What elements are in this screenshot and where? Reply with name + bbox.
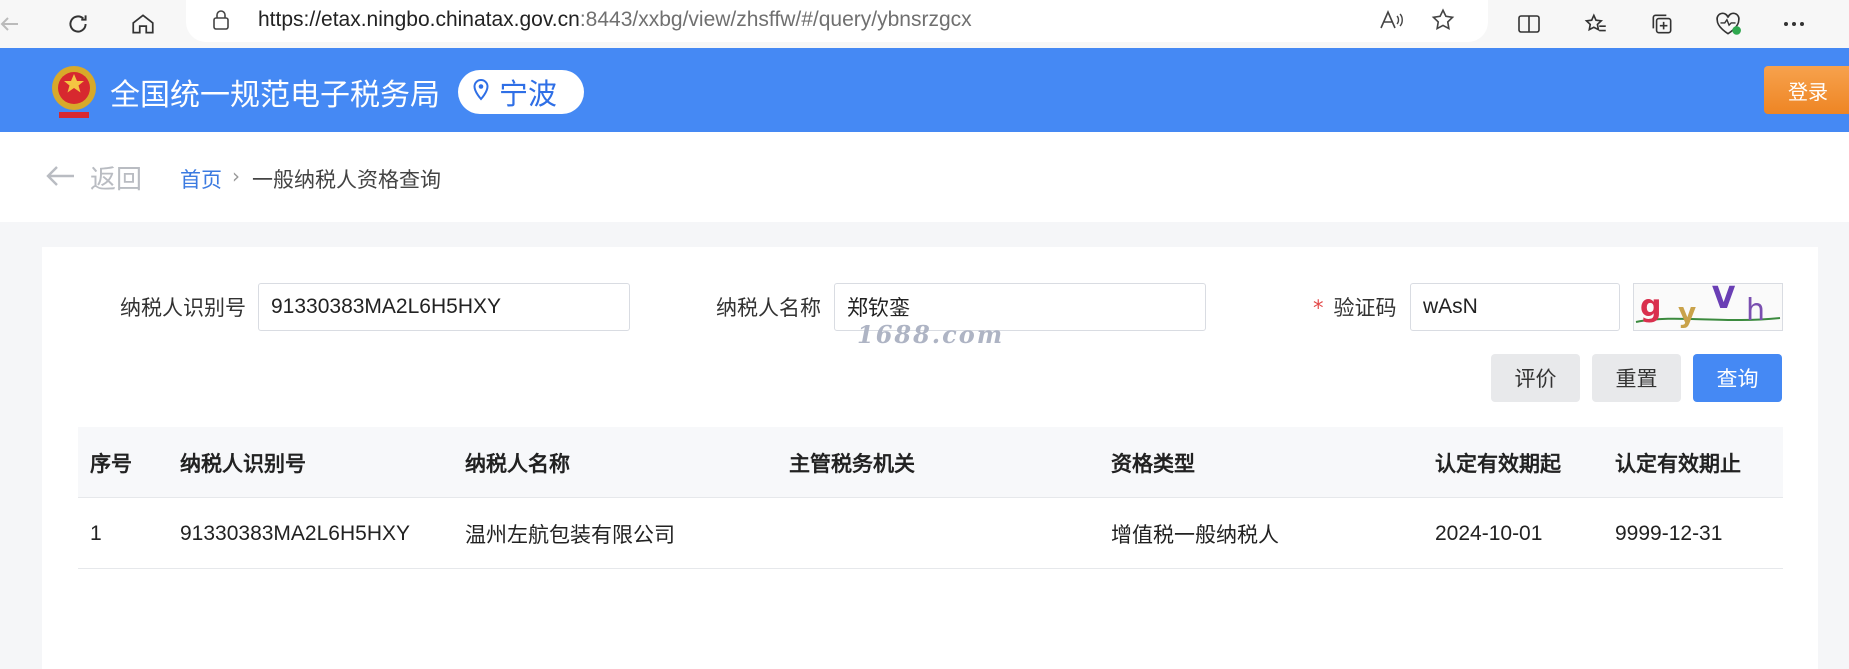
back-link[interactable]: 返回 [90, 159, 142, 196]
cell-taxpayer-name: 温州左航包装有限公司 [465, 522, 675, 547]
favorite-star-icon[interactable] [1430, 7, 1456, 37]
header-tax-authority: 主管税务机关 [789, 451, 915, 476]
captcha-char-4: h [1746, 293, 1765, 328]
captcha-label: * 验证码 [1313, 292, 1397, 322]
home-icon[interactable] [125, 6, 161, 42]
captcha-image[interactable]: g y V h [1633, 281, 1783, 331]
location-pin-icon [473, 78, 489, 105]
login-button[interactable]: 登录 [1764, 66, 1849, 114]
required-star: * [1313, 296, 1324, 320]
reset-button[interactable]: 重置 [1592, 354, 1681, 402]
breadcrumb-current: 一般纳税人资格查询 [252, 168, 441, 192]
url-host: https://etax.ningbo.chinatax.gov.cn [258, 8, 580, 31]
cell-qualification-type: 增值税一般纳税人 [1111, 522, 1279, 547]
query-card: 纳税人识别号 纳税人名称 * 验证码 g y V h 1688.com 评价 重置… [42, 247, 1818, 669]
results-table: 序号 纳税人识别号 纳税人名称 主管税务机关 资格类型 认定有效期起 认定有效期… [78, 427, 1783, 569]
tax-emblem-logo [47, 60, 101, 122]
captcha-label-text: 验证码 [1333, 296, 1397, 320]
back-arrow-icon[interactable] [44, 162, 76, 190]
breadcrumb: 返回 首页 › 一般纳税人资格查询 [0, 132, 1849, 222]
captcha-input[interactable] [1410, 283, 1620, 331]
header-qualification-type: 资格类型 [1111, 451, 1195, 476]
site-title: 全国统一规范电子税务局 [110, 78, 440, 113]
lock-icon[interactable] [210, 8, 232, 36]
table-header: 序号 纳税人识别号 纳税人名称 主管税务机关 资格类型 认定有效期起 认定有效期… [78, 427, 1783, 498]
read-aloud-icon[interactable] [1378, 8, 1404, 36]
header-taxpayer-name: 纳税人名称 [465, 451, 570, 476]
refresh-icon[interactable] [60, 6, 96, 42]
collections-icon[interactable] [1644, 6, 1680, 42]
watermark: 1688.com [857, 320, 1005, 349]
cell-valid-from: 2024-10-01 [1435, 521, 1543, 545]
cell-valid-to: 9999-12-31 [1615, 521, 1723, 545]
captcha-char-1: g [1640, 289, 1661, 324]
cell-index: 1 [90, 521, 102, 545]
header-index: 序号 [90, 451, 132, 476]
breadcrumb-home[interactable]: 首页 [180, 164, 222, 194]
captcha-char-3: V [1712, 284, 1736, 316]
header-valid-from: 认定有效期起 [1435, 451, 1561, 476]
cell-taxpayer-id: 91330383MA2L6H5HXY [180, 521, 410, 545]
evaluate-button[interactable]: 评价 [1491, 354, 1580, 402]
table-row: 1 91330383MA2L6H5HXY 温州左航包装有限公司 增值税一般纳税人… [78, 498, 1783, 569]
site-header: 全国统一规范电子税务局 宁波 登录 [0, 48, 1849, 132]
header-taxpayer-id: 纳税人识别号 [180, 451, 306, 476]
taxpayer-id-label: 纳税人识别号 [120, 296, 246, 320]
breadcrumb-separator: › [232, 164, 240, 188]
taxpayer-id-input[interactable] [258, 283, 630, 331]
split-screen-icon[interactable] [1511, 6, 1547, 42]
city-selector[interactable]: 宁波 [458, 70, 584, 114]
city-label: 宁波 [499, 77, 558, 111]
captcha-char-2: y [1678, 296, 1696, 329]
browser-toolbar: https://etax.ningbo.chinatax.gov.cn:8443… [0, 0, 1849, 48]
favorites-icon[interactable] [1578, 6, 1614, 42]
header-valid-to: 认定有效期止 [1615, 451, 1741, 476]
taxpayer-name-label: 纳税人名称 [716, 296, 821, 320]
query-button[interactable]: 查询 [1693, 354, 1782, 402]
url-path: :8443/xxbg/view/zhsffw/#/query/ybnsrzgcx [579, 8, 972, 31]
back-icon[interactable] [0, 6, 28, 42]
more-icon[interactable] [1776, 6, 1812, 42]
browser-essentials-icon[interactable] [1710, 6, 1746, 42]
address-bar[interactable]: https://etax.ningbo.chinatax.gov.cn:8443… [186, 0, 1488, 42]
url-text[interactable]: https://etax.ningbo.chinatax.gov.cn:8443… [258, 8, 972, 32]
